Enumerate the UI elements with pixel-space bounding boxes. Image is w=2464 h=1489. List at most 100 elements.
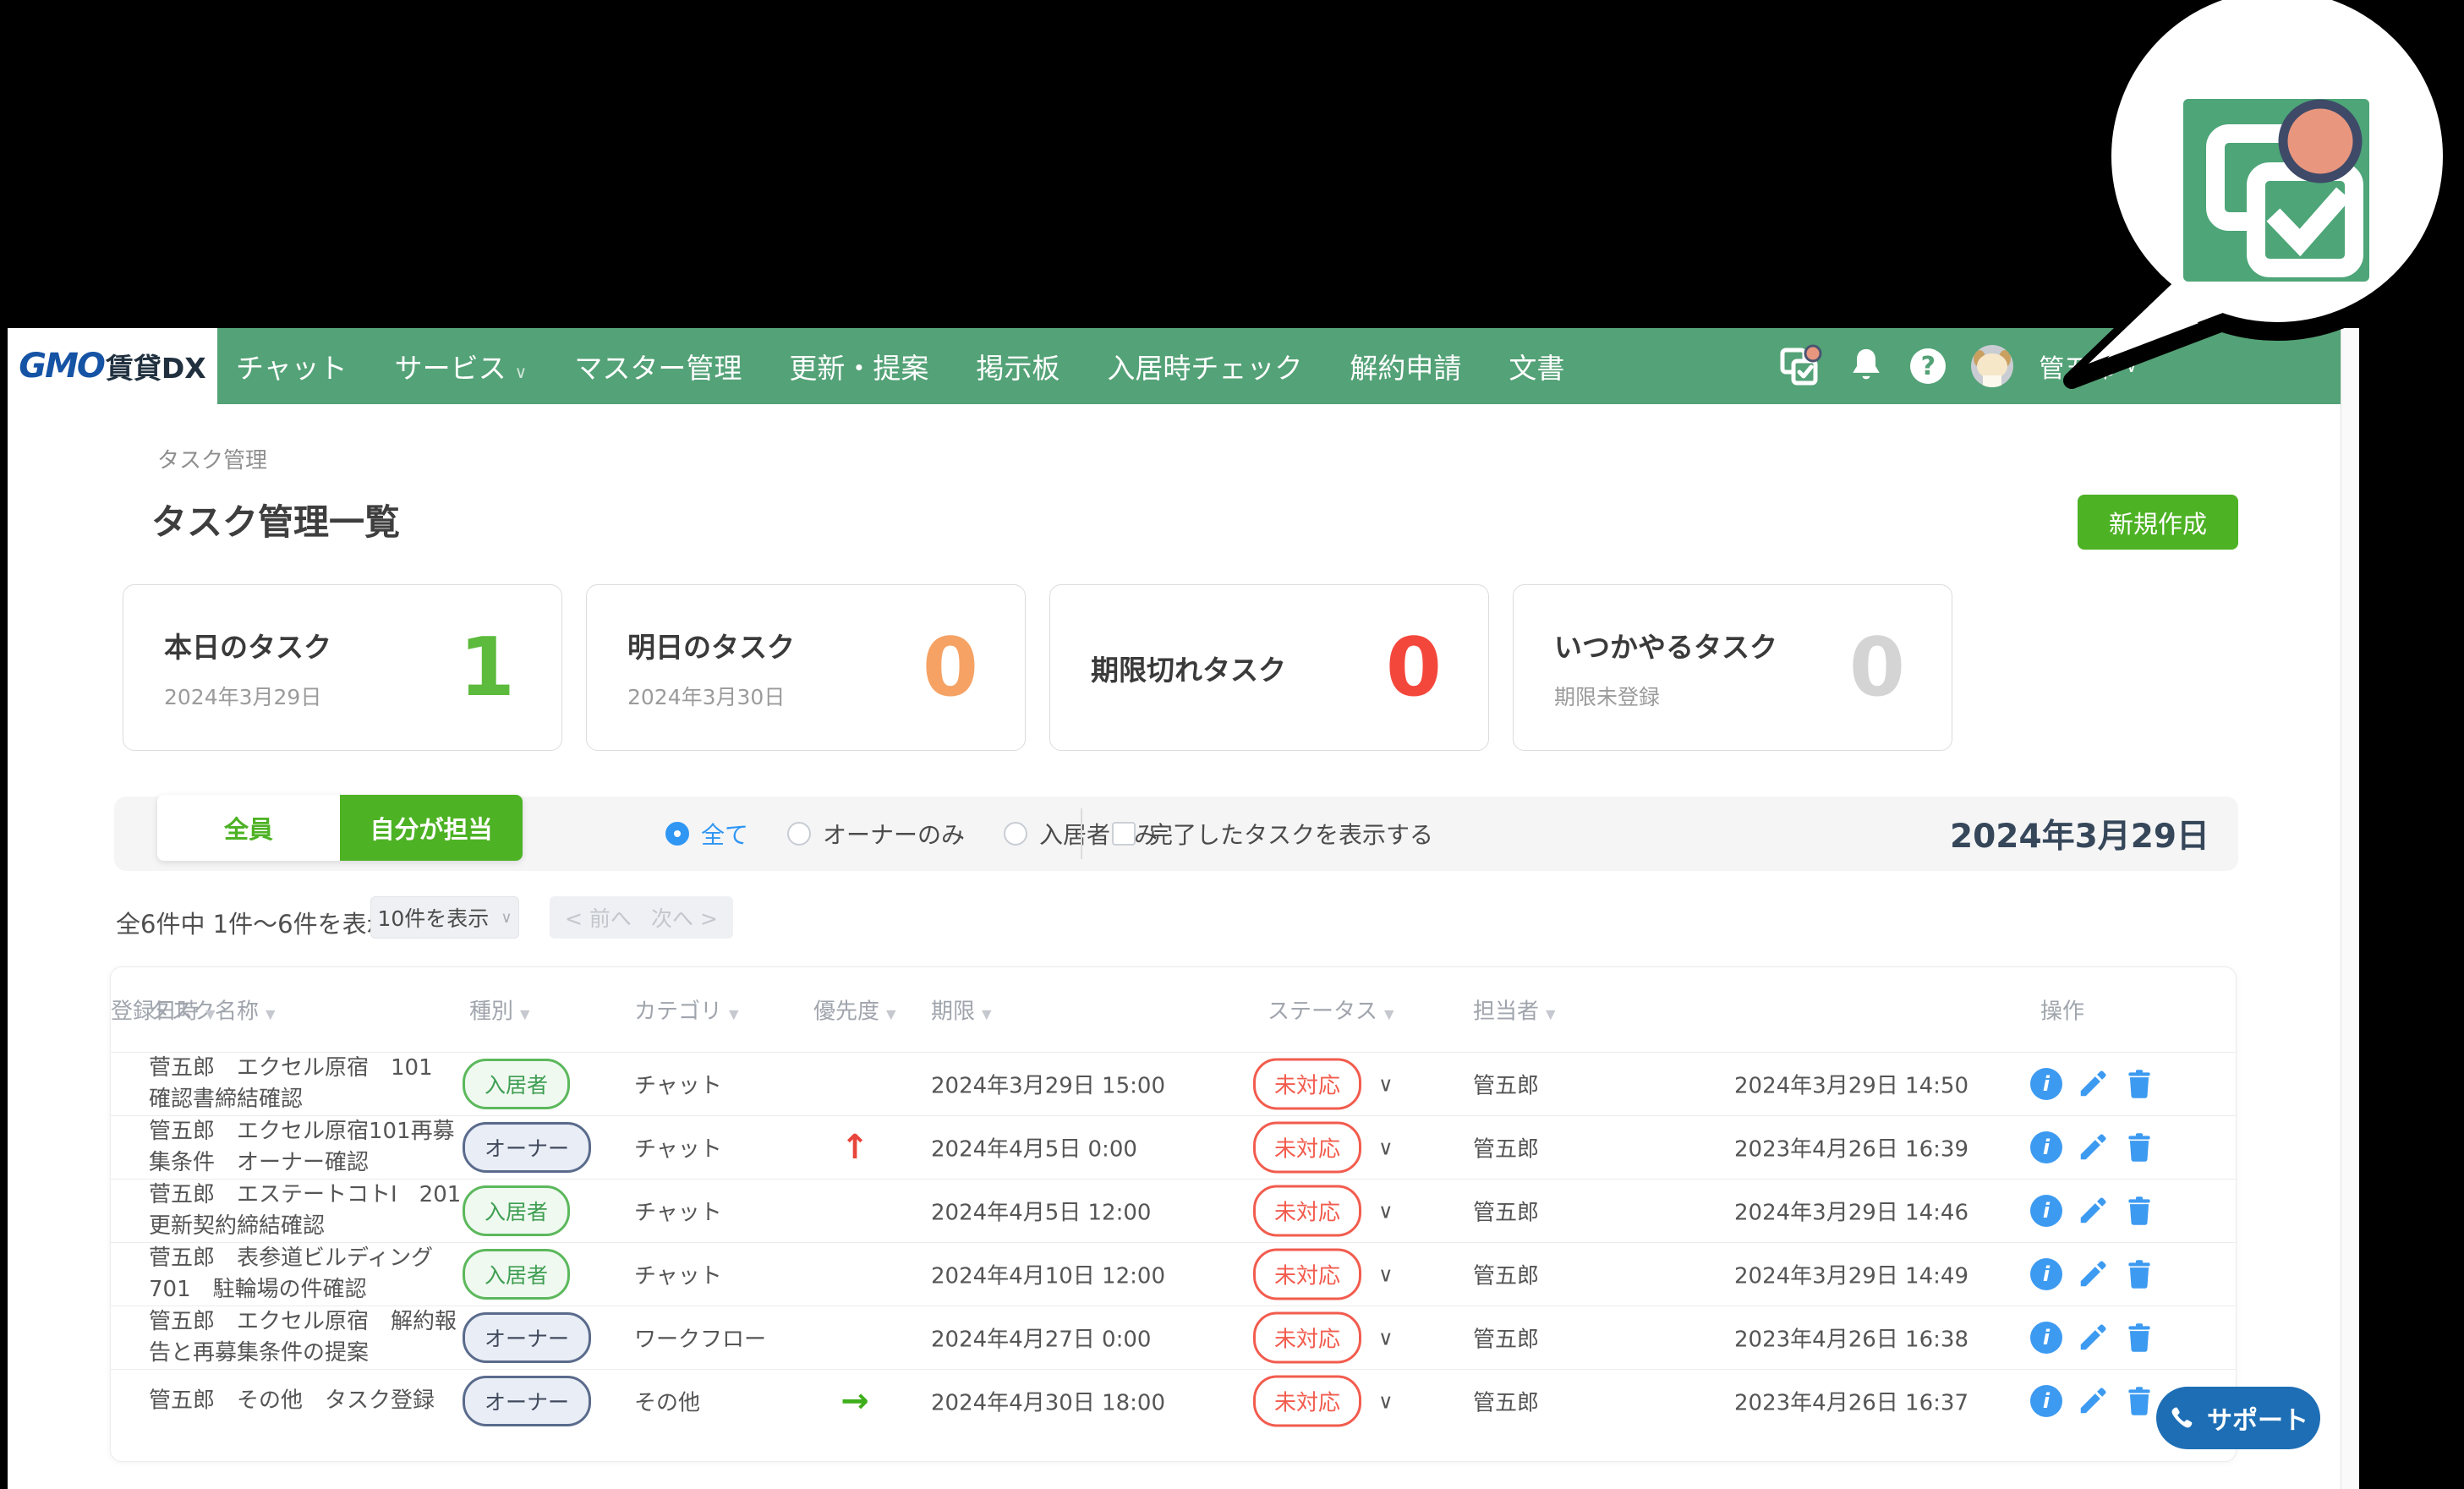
sort-caret-icon[interactable]: ▼ bbox=[1384, 1007, 1394, 1022]
delete-icon-button[interactable] bbox=[2123, 1131, 2155, 1163]
row-actions: i bbox=[2030, 1258, 2155, 1290]
delete-icon-button[interactable] bbox=[2123, 1385, 2155, 1417]
chevron-down-icon[interactable]: ∨ bbox=[1378, 1136, 1394, 1159]
prev-page-button[interactable]: < 前へ bbox=[550, 896, 647, 939]
status-pill[interactable]: 未対応 bbox=[1253, 1185, 1362, 1237]
card-count: 0 bbox=[1385, 621, 1442, 714]
task-check-icon bbox=[2183, 99, 2369, 282]
priority-indicator: → bbox=[825, 1382, 884, 1421]
toggle-all-members[interactable]: 全員 bbox=[157, 795, 340, 861]
column-header-category[interactable]: カテゴリ ▼ bbox=[634, 994, 739, 1026]
edit-icon-button[interactable] bbox=[2077, 1322, 2109, 1354]
table-row: 管五郎 エクセル原宿 解約報告と再募集条件の提案 オーナー ワークフロー 2024年4… bbox=[111, 1306, 2236, 1369]
radio-icon[interactable] bbox=[1004, 822, 1028, 846]
chevron-down-icon[interactable]: ∨ bbox=[1378, 1326, 1394, 1349]
sort-caret-icon[interactable]: ▼ bbox=[1546, 1007, 1556, 1022]
nav-item-chat[interactable]: チャット bbox=[236, 346, 348, 386]
notification-bell-icon[interactable] bbox=[1848, 346, 1885, 386]
column-header-deadline[interactable]: 期限 ▼ bbox=[931, 994, 992, 1026]
status-pill[interactable]: 未対応 bbox=[1253, 1058, 1362, 1110]
task-assignee: 管五郎 bbox=[1473, 1073, 1540, 1099]
chevron-down-icon[interactable]: ∨ bbox=[1378, 1199, 1394, 1223]
chevron-down-icon: ∨ bbox=[501, 908, 512, 927]
sort-caret-icon[interactable]: ▼ bbox=[205, 1007, 216, 1022]
sort-caret-icon[interactable]: ▼ bbox=[982, 1007, 992, 1022]
support-button[interactable]: サポート bbox=[2156, 1387, 2320, 1449]
edit-icon-button[interactable] bbox=[2077, 1258, 2109, 1290]
info-icon-button[interactable]: i bbox=[2030, 1385, 2062, 1417]
nav-item-move-in-check[interactable]: 入居時チェック bbox=[1107, 346, 1302, 386]
info-icon-button[interactable]: i bbox=[2030, 1258, 2062, 1290]
task-status: 未対応 ∨ bbox=[1253, 1375, 1394, 1427]
sort-caret-icon[interactable]: ▼ bbox=[886, 1007, 896, 1022]
delete-icon-button[interactable] bbox=[2123, 1068, 2155, 1100]
task-category: その他 bbox=[634, 1390, 701, 1416]
task-name: 管五郎 エクセル原宿101再募集条件 オーナー確認 bbox=[149, 1119, 455, 1175]
edit-icon-button[interactable] bbox=[2077, 1385, 2109, 1417]
radio-icon[interactable] bbox=[787, 822, 812, 846]
task-status: 未対応 ∨ bbox=[1253, 1248, 1394, 1300]
toggle-assigned-to-me[interactable]: 自分が担当 bbox=[340, 795, 523, 861]
delete-icon-button[interactable] bbox=[2123, 1195, 2155, 1227]
sort-caret-icon[interactable]: ▼ bbox=[520, 1007, 530, 1022]
checkbox-icon[interactable] bbox=[1112, 822, 1136, 846]
tasks-icon[interactable] bbox=[1778, 344, 1822, 388]
create-new-button[interactable]: 新規作成 bbox=[2078, 495, 2238, 550]
filter-divider bbox=[1081, 808, 1082, 859]
radio-all[interactable]: 全て bbox=[665, 817, 748, 851]
summary-card-tomorrow: 明日のタスク 2024年3月30日 0 bbox=[586, 584, 1026, 751]
edit-icon-button[interactable] bbox=[2077, 1195, 2109, 1227]
task-registered-at: 2023年4月26日 16:39 bbox=[1734, 1136, 1968, 1163]
info-icon-button[interactable]: i bbox=[2030, 1195, 2062, 1227]
sort-caret-icon[interactable]: ▼ bbox=[729, 1007, 739, 1022]
radio-owner-only[interactable]: オーナーのみ bbox=[787, 817, 965, 851]
summary-cards: 本日のタスク 2024年3月29日 1 明日のタスク 2024年3月30日 0 期限切れタス… bbox=[123, 584, 1952, 751]
task-type-badge: 入居者 bbox=[463, 1249, 571, 1300]
nav-item-service[interactable]: サービス ∨ bbox=[395, 346, 528, 386]
task-name: 菅五郎 表参道ビルディング 701 駐輪場の件確認 bbox=[149, 1245, 456, 1302]
nav-item-cancellation-request[interactable]: 解約申請 bbox=[1350, 346, 1461, 386]
badge-resident: 入居者 bbox=[463, 1185, 571, 1236]
user-menu[interactable]: 管五郎 ∨ bbox=[2039, 348, 2138, 385]
chevron-down-icon[interactable]: ∨ bbox=[1378, 1389, 1394, 1413]
nav-menu: チャット サービス ∨ マスター管理 更新・提案 掲示板 入居時チェック 解約申請 文書 bbox=[236, 346, 1564, 386]
status-pill[interactable]: 未対応 bbox=[1253, 1121, 1362, 1174]
show-completed-checkbox[interactable]: 完了したタスクを表示する bbox=[1112, 797, 1433, 871]
column-header-assignee[interactable]: 担当者 ▼ bbox=[1473, 994, 1556, 1026]
nav-item-renewal-proposal[interactable]: 更新・提案 bbox=[789, 346, 928, 386]
chevron-down-icon[interactable]: ∨ bbox=[1378, 1262, 1394, 1286]
task-type-badge: 入居者 bbox=[463, 1059, 571, 1109]
user-avatar[interactable] bbox=[1971, 345, 2014, 387]
task-deadline: 2024年4月5日 0:00 bbox=[931, 1136, 1137, 1163]
edit-icon-button[interactable] bbox=[2077, 1068, 2109, 1100]
column-header-registered[interactable]: 登録日時 ▼ bbox=[111, 994, 216, 1026]
radio-icon[interactable] bbox=[665, 822, 689, 846]
status-pill[interactable]: 未対応 bbox=[1253, 1248, 1362, 1300]
breadcrumb[interactable]: タスク管理 bbox=[157, 443, 267, 474]
status-pill[interactable]: 未対応 bbox=[1253, 1375, 1362, 1427]
status-pill[interactable]: 未対応 bbox=[1253, 1311, 1362, 1364]
page-size-select[interactable]: 10件を表示 ∨ bbox=[370, 896, 519, 939]
info-icon-button[interactable]: i bbox=[2030, 1068, 2062, 1100]
nav-item-bulletin-board[interactable]: 掲示板 bbox=[976, 346, 1060, 386]
sort-caret-icon[interactable]: ▼ bbox=[266, 1007, 276, 1022]
edit-icon-button[interactable] bbox=[2077, 1131, 2109, 1163]
column-header-status[interactable]: ステータス ▼ bbox=[1268, 994, 1394, 1026]
nav-item-master-management[interactable]: マスター管理 bbox=[574, 346, 742, 386]
chevron-down-icon[interactable]: ∨ bbox=[1378, 1072, 1394, 1096]
info-icon-button[interactable]: i bbox=[2030, 1131, 2062, 1163]
delete-icon-button[interactable] bbox=[2123, 1322, 2155, 1354]
help-icon[interactable]: ? bbox=[1910, 348, 1947, 384]
info-icon-button[interactable]: i bbox=[2030, 1322, 2062, 1354]
column-header-priority[interactable]: 優先度 ▼ bbox=[813, 994, 896, 1026]
table-row: 菅五郎 エステートコトⅠ 201 更新契約締結確認 入居者 チャット 2024年4月5… bbox=[111, 1179, 2236, 1242]
nav-item-documents[interactable]: 文書 bbox=[1509, 346, 1564, 386]
task-assignee: 管五郎 bbox=[1473, 1390, 1540, 1416]
app-logo[interactable]: GMO 賃貸DX bbox=[8, 328, 217, 404]
scrollbar[interactable] bbox=[2341, 328, 2359, 1489]
column-header-type[interactable]: 種別 ▼ bbox=[469, 994, 530, 1026]
task-name: 菅五郎 エクセル原宿 101 確認書締結確認 bbox=[149, 1055, 455, 1112]
row-actions: i bbox=[2030, 1195, 2155, 1227]
delete-icon-button[interactable] bbox=[2123, 1258, 2155, 1290]
next-page-button[interactable]: 次へ > bbox=[636, 896, 733, 939]
